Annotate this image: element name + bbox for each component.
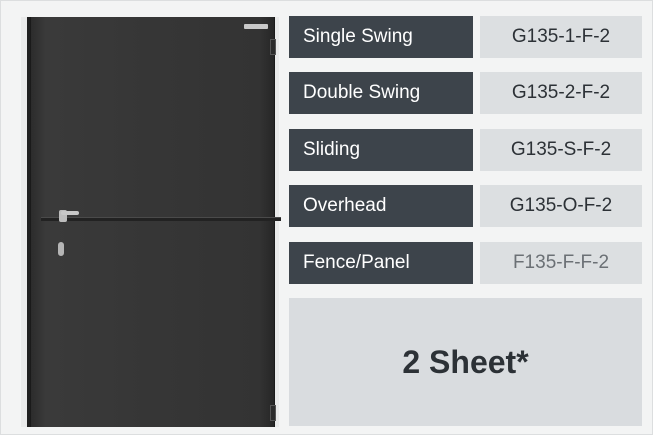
- type-label: Fence/Panel: [289, 242, 473, 284]
- door-lever-icon: [61, 211, 79, 215]
- spec-row-fence-panel: Fence/Panel F135-F-F-2: [289, 242, 642, 284]
- type-label: Single Swing: [289, 16, 473, 58]
- type-label: Double Swing: [289, 72, 473, 114]
- hinge-icon: [270, 405, 276, 421]
- spec-row-sliding: Sliding G135-S-F-2: [289, 129, 642, 171]
- sheet-count-badge: 2 Sheet*: [289, 298, 642, 426]
- model-code: G135-S-F-2: [480, 129, 642, 171]
- product-panel: Single Swing G135-1-F-2 Double Swing G13…: [0, 0, 653, 435]
- spec-row-overhead: Overhead G135-O-F-2: [289, 185, 642, 227]
- type-label: Overhead: [289, 185, 473, 227]
- hinge-icon: [270, 39, 276, 55]
- spec-row-single-swing: Single Swing G135-1-F-2: [289, 16, 642, 58]
- type-label: Sliding: [289, 129, 473, 171]
- model-code: G135-O-F-2: [480, 185, 642, 227]
- spec-row-double-swing: Double Swing G135-2-F-2: [289, 72, 642, 114]
- door-nameplate: [244, 24, 268, 29]
- door-panel-seam: [41, 217, 281, 221]
- model-code: G135-1-F-2: [480, 16, 642, 58]
- door-image: [21, 17, 281, 427]
- door-lock-icon: [58, 242, 64, 256]
- steel-door-icon: [30, 17, 281, 427]
- model-code: G135-2-F-2: [480, 72, 642, 114]
- model-code: F135-F-F-2: [480, 242, 642, 284]
